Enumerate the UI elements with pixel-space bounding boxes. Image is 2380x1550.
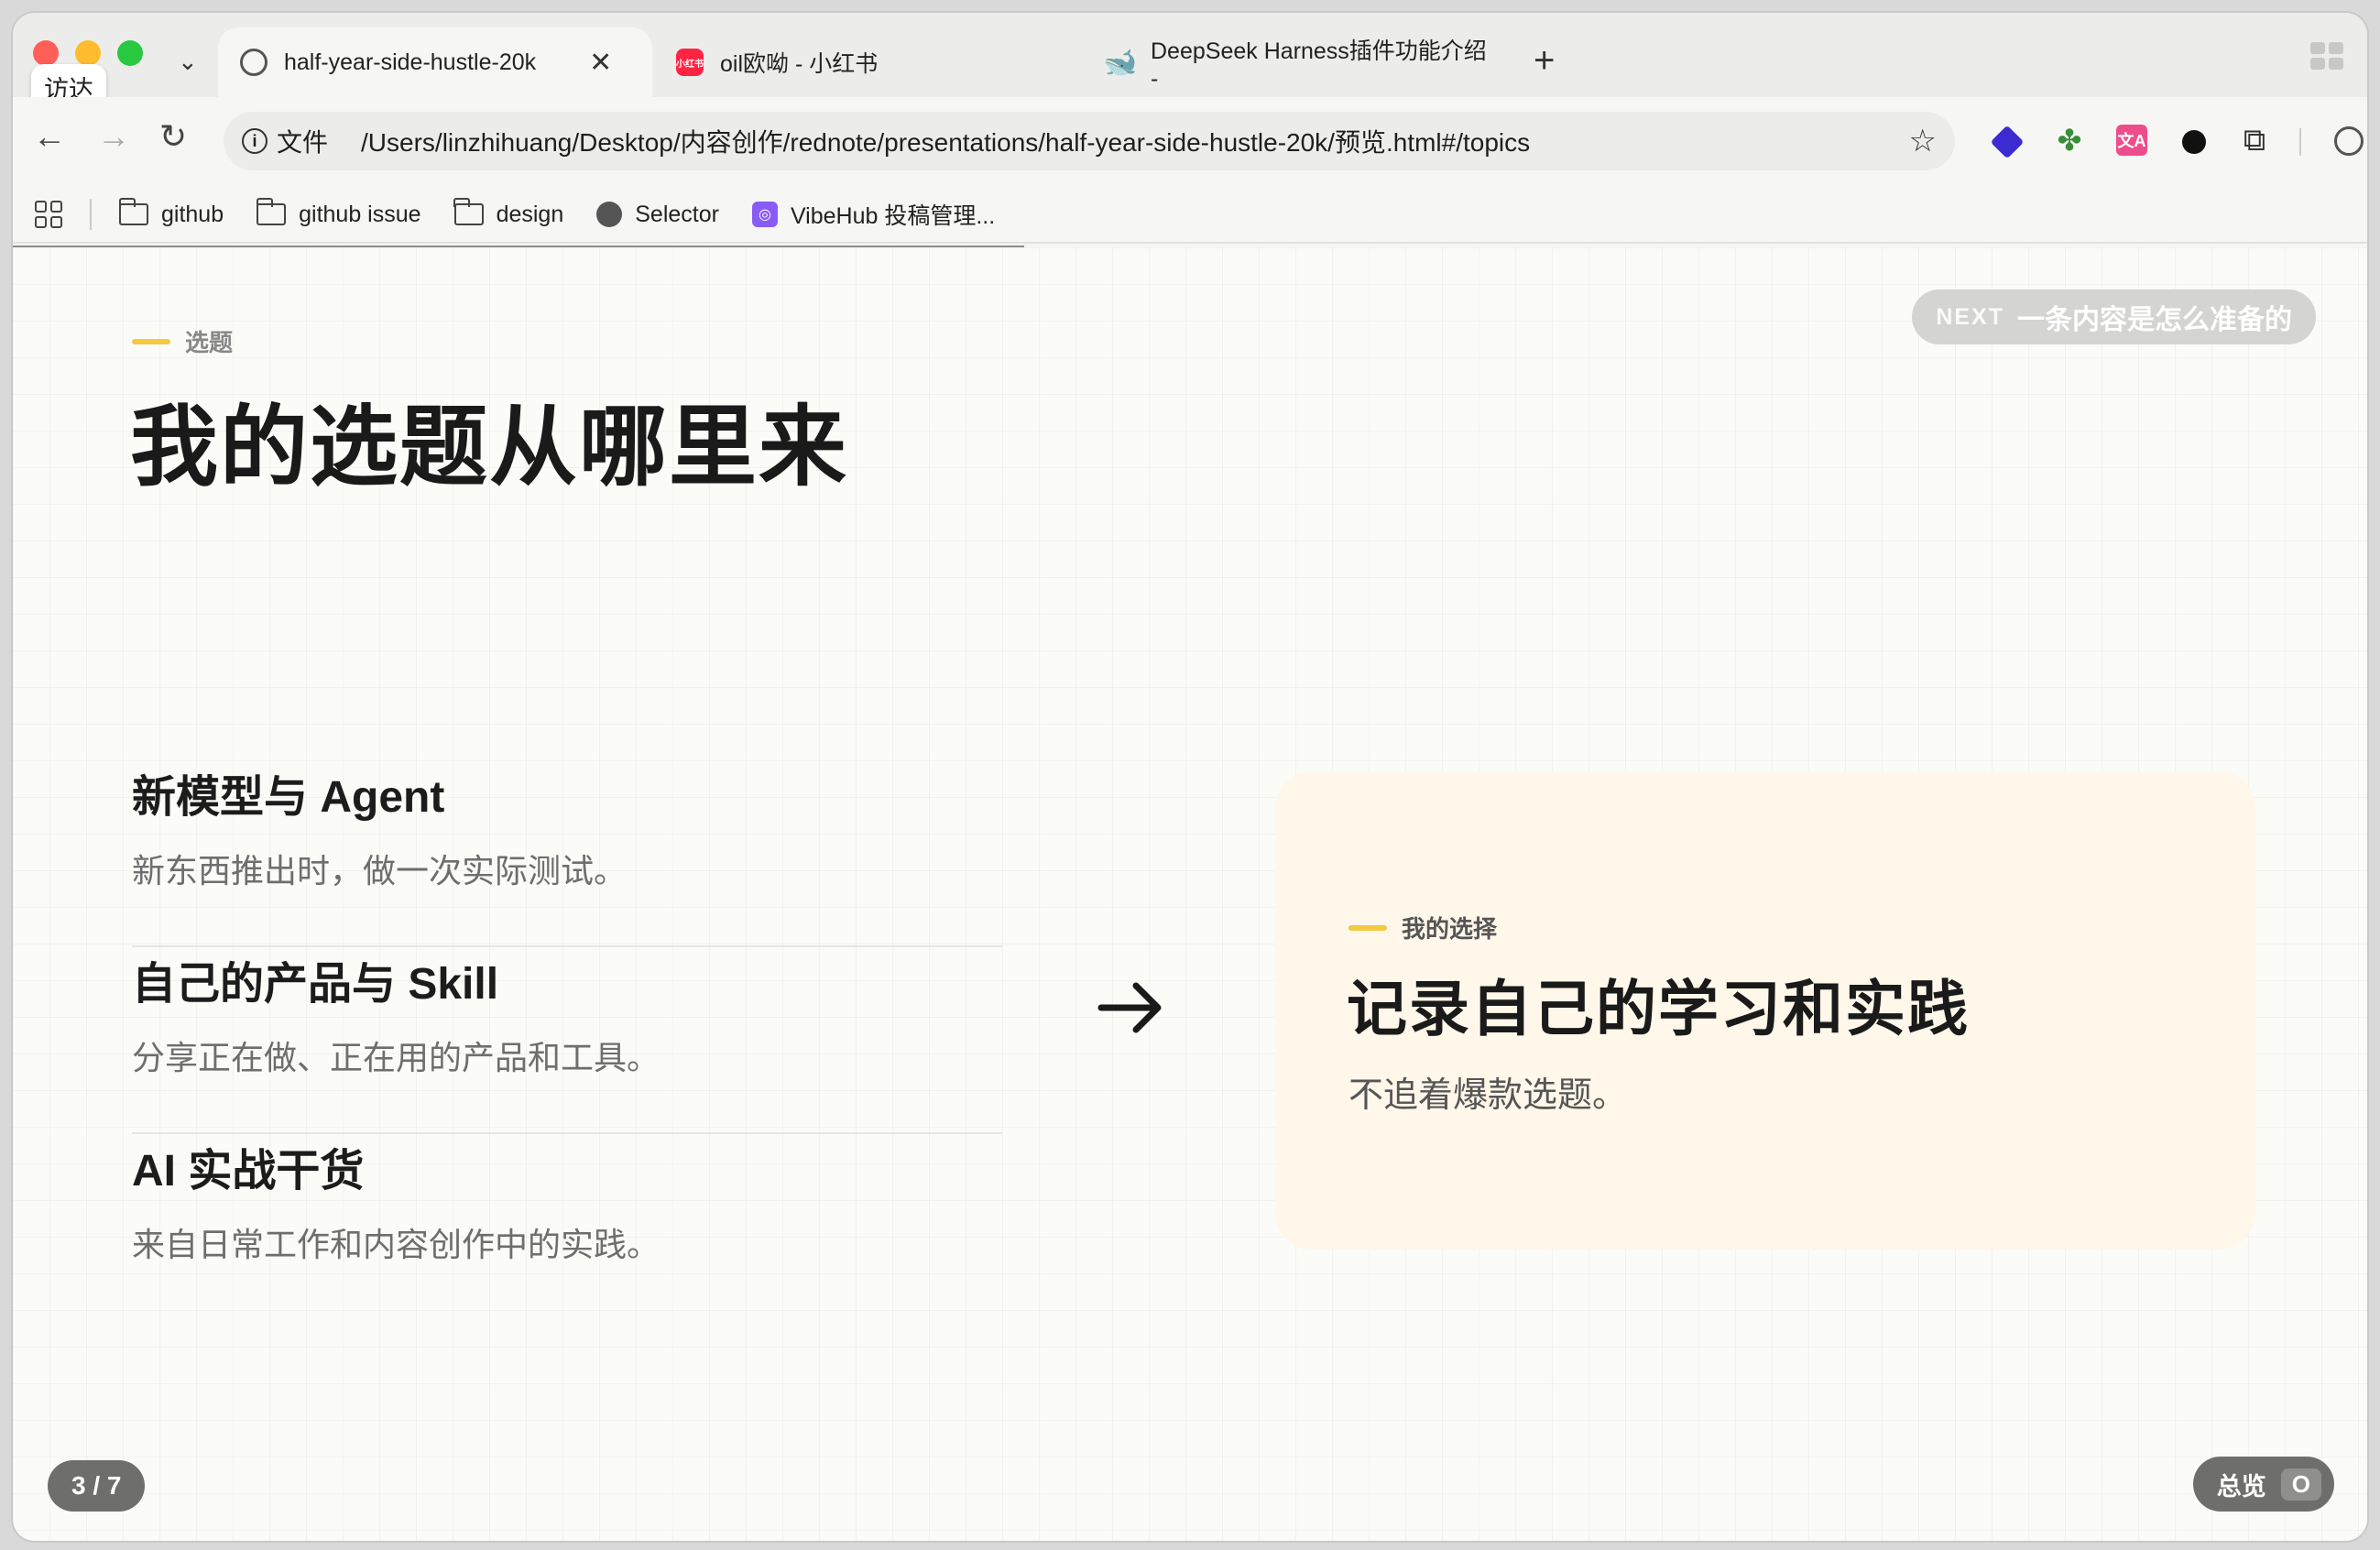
- extension-dot-icon[interactable]: [2182, 130, 2206, 154]
- tab-half-year-side-hustle[interactable]: half-year-side-hustle-20k ✕: [218, 27, 652, 97]
- next-title: 一条内容是怎么准备的: [2017, 305, 2292, 335]
- list-item: AI 实战干货 来自日常工作和内容创作中的实践。: [132, 1134, 1002, 1321]
- bookmark-github-issue[interactable]: github issue: [256, 198, 421, 228]
- bookmark-label: Selector: [635, 201, 719, 227]
- bookmark-vibehub[interactable]: ◎ VibeHub 投稿管理...: [751, 198, 996, 231]
- list-item: 新模型与 Agent 新东西推出时，做一次实际测试。: [132, 760, 1002, 947]
- tab-xiaohongshu[interactable]: 小红书 oil欧呦 - 小红书: [654, 27, 1075, 97]
- deepseek-whale-icon: 🐋: [1103, 47, 1138, 78]
- arrow-right-icon: [1097, 982, 1162, 1033]
- back-button[interactable]: ←: [33, 117, 66, 156]
- toolbar: ← → ↻ i 文件 /Users/linzhihuang/Desktop/内容…: [13, 97, 2367, 187]
- slide-counter: 3 / 7: [48, 1460, 146, 1512]
- reload-button[interactable]: ↻: [159, 117, 187, 156]
- source-desc: 分享正在做、正在用的产品和工具。: [132, 1039, 661, 1076]
- folder-icon: [118, 198, 148, 225]
- tab-search-chevron-down-icon[interactable]: ⌄: [178, 48, 198, 76]
- address-bar[interactable]: i 文件 /Users/linzhihuang/Desktop/内容创作/red…: [224, 112, 1955, 170]
- bookmarks-divider: [90, 199, 92, 230]
- extension-puzzle-green-icon[interactable]: ✤: [2054, 124, 2085, 157]
- bookmark-label: VibeHub 投稿管理...: [790, 203, 996, 229]
- new-tab-button[interactable]: +: [1534, 40, 1555, 82]
- tab-strip: 访达 ⌄ half-year-side-hustle-20k ✕ 小红书 oil…: [13, 13, 2367, 111]
- slide-page: NEXT 一条内容是怎么准备的 选题 我的选题从哪里来 新模型与 Agent 新…: [13, 247, 2367, 1541]
- tab-title: oil欧呦 - 小红书: [720, 51, 879, 77]
- close-window-button[interactable]: [33, 40, 59, 66]
- folder-icon: [453, 198, 484, 225]
- tab-deepseek-harness[interactable]: 🐋 DeepSeek Harness插件功能介绍 -: [1085, 27, 1515, 97]
- apps-grid-icon[interactable]: [35, 201, 62, 228]
- next-slide-button[interactable]: NEXT 一条内容是怎么准备的: [1912, 289, 2316, 344]
- globe-icon: [240, 49, 267, 76]
- tab-overview-icon[interactable]: [2310, 42, 2343, 70]
- browser-window: 访达 ⌄ half-year-side-hustle-20k ✕ 小红书 oil…: [11, 11, 2369, 1543]
- section-kicker: 选题: [132, 324, 233, 358]
- next-label: NEXT: [1936, 303, 2004, 330]
- xiaohongshu-icon: 小红书: [676, 49, 704, 76]
- translate-extension-icon[interactable]: 文A: [2116, 125, 2147, 156]
- bookmark-label: design: [496, 201, 564, 227]
- profile-avatar-icon[interactable]: [2334, 126, 2364, 156]
- tab-title: half-year-side-hustle-20k: [284, 49, 537, 75]
- kicker-text: 选题: [185, 329, 234, 356]
- choice-card: 我的选择 记录自己的学习和实践 不追着爆款选题。: [1275, 771, 2255, 1250]
- bookmark-star-icon[interactable]: ☆: [1909, 123, 1937, 159]
- folder-icon: [256, 198, 287, 225]
- info-icon[interactable]: i: [242, 128, 267, 154]
- accent-bar: [132, 338, 170, 344]
- choice-subtext: 不追着爆款选题。: [1348, 1076, 1628, 1115]
- choice-headline: 记录自己的学习和实践: [1347, 975, 1970, 1042]
- toolbar-divider: [2299, 128, 2301, 156]
- window-controls: [33, 40, 143, 66]
- url-text[interactable]: /Users/linzhihuang/Desktop/内容创作/rednote/…: [361, 123, 1530, 159]
- overview-label: 总览: [2216, 1472, 2266, 1501]
- forward-button[interactable]: →: [97, 117, 130, 156]
- globe-icon: [596, 202, 623, 227]
- overview-shortcut-key: O: [2280, 1468, 2321, 1501]
- list-item: 自己的产品与 Skill 分享正在做、正在用的产品和工具。: [132, 947, 1002, 1134]
- extension-diamond-icon[interactable]: [1990, 125, 2025, 159]
- overview-button[interactable]: 总览 O: [2192, 1457, 2334, 1512]
- source-heading: 新模型与 Agent: [132, 773, 445, 822]
- extensions-puzzle-icon[interactable]: ⧉: [2239, 123, 2270, 158]
- bookmark-design[interactable]: design: [453, 198, 564, 228]
- maximize-window-button[interactable]: [117, 40, 143, 66]
- minimize-window-button[interactable]: [75, 40, 101, 66]
- bookmark-github[interactable]: github: [118, 198, 224, 228]
- choice-kicker: 我的选择: [1348, 911, 1497, 944]
- topic-source-list: 新模型与 Agent 新东西推出时，做一次实际测试。 自己的产品与 Skill …: [132, 760, 1002, 1321]
- bookmark-label: github issue: [299, 201, 421, 227]
- source-heading: 自己的产品与 Skill: [132, 960, 499, 1009]
- source-heading: AI 实战干货: [132, 1147, 365, 1195]
- tab-title: DeepSeek Harness插件功能介绍 -: [1151, 38, 1487, 92]
- accent-bar: [1348, 924, 1387, 931]
- bookmark-label: github: [161, 201, 224, 227]
- source-desc: 新东西推出时，做一次实际测试。: [132, 852, 628, 890]
- slide-title: 我的选题从哪里来: [130, 398, 848, 497]
- bookmark-selector[interactable]: Selector: [596, 202, 719, 228]
- source-desc: 来自日常工作和内容创作中的实践。: [132, 1226, 661, 1263]
- bookmarks-bar: github github issue design Selector ◎ Vi…: [13, 187, 2367, 244]
- choice-kicker-text: 我的选择: [1402, 915, 1498, 943]
- file-scheme-label: 文件: [277, 128, 329, 157]
- close-icon[interactable]: ✕: [589, 47, 612, 79]
- vibehub-icon: ◎: [751, 202, 778, 227]
